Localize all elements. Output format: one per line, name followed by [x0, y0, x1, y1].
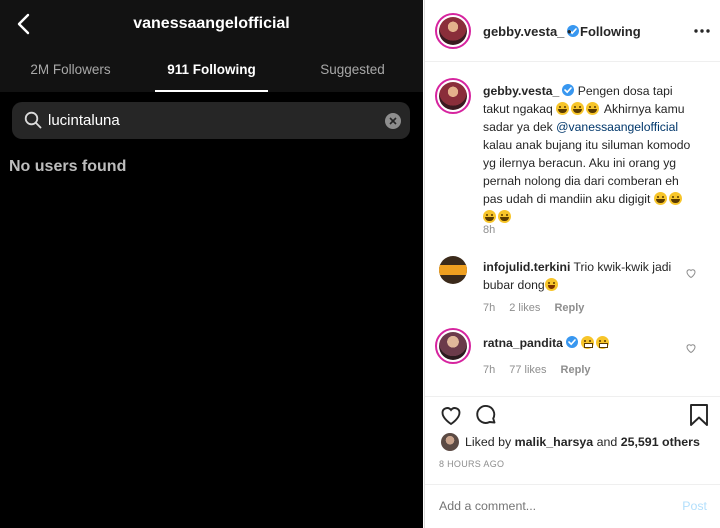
post-timestamp: 8 HOURS AGO: [439, 459, 505, 469]
post-panel: gebby.vesta_ • Following gebby.vesta_ Pe…: [424, 0, 720, 528]
comment-text: ratna_pandita: [483, 334, 683, 352]
comment-meta: 7h 77 likes Reply: [483, 364, 605, 376]
verified-badge-icon: [562, 84, 575, 96]
comment-likes[interactable]: 77 likes: [509, 364, 546, 376]
comment-username[interactable]: ratna_pandita: [483, 336, 563, 350]
comment-icon[interactable]: [474, 403, 498, 427]
crying-emoji-icon: [586, 102, 600, 115]
comment-time: 7h: [483, 364, 496, 376]
heart-icon[interactable]: [685, 267, 697, 279]
reply-button[interactable]: Reply: [554, 302, 584, 314]
liked-by-user[interactable]: malik_harsya: [515, 435, 594, 449]
caption-avatar[interactable]: [435, 78, 471, 114]
post-header: gebby.vesta_ • Following: [425, 0, 720, 62]
crying-emoji-icon: [498, 210, 511, 223]
commenter-avatar[interactable]: [435, 328, 471, 364]
comment-text: infojulid.terkini Trio kwik-kwik jadi bu…: [483, 260, 672, 292]
heart-icon[interactable]: [685, 342, 697, 354]
crying-emoji-icon: [483, 210, 496, 223]
verified-badge-icon: [565, 336, 578, 348]
profile-username-title: vanessaangelofficial: [133, 15, 290, 32]
laughing-emoji-icon: [544, 278, 558, 291]
crying-emoji-icon: [668, 192, 682, 205]
mention-link[interactable]: @vanessaangelofficial: [556, 120, 678, 134]
comment-username[interactable]: infojulid.terkini: [483, 260, 570, 274]
liked-by-text: Liked by malik_harsya and 25,591 others: [465, 435, 700, 449]
search-bar: [12, 102, 410, 139]
caption-meta: 8h: [483, 224, 509, 236]
following-button[interactable]: Following: [580, 24, 641, 39]
comment-input[interactable]: [439, 497, 659, 515]
search-input[interactable]: [48, 102, 378, 139]
empty-state-message: No users found: [9, 158, 127, 175]
commenter-avatar[interactable]: [439, 256, 467, 284]
crying-emoji-icon: [571, 102, 585, 115]
comments-section: gebby.vesta_ Pengen dosa tapi takut ngak…: [425, 62, 720, 396]
clear-icon[interactable]: [385, 113, 401, 129]
post-comment-button[interactable]: Post: [682, 499, 707, 513]
grimacing-emoji-icon: [596, 336, 610, 349]
crying-emoji-icon: [556, 102, 570, 115]
tab-following[interactable]: 911 Following: [141, 50, 282, 92]
post-author-name[interactable]: gebby.vesta_: [483, 24, 564, 39]
comment-likes[interactable]: 2 likes: [509, 302, 540, 314]
liker-avatar[interactable]: [441, 433, 459, 451]
following-list-panel: vanessaangelofficial 2M Followers 911 Fo…: [0, 0, 423, 528]
comment-time: 7h: [483, 302, 496, 314]
separator-dot: •: [567, 24, 572, 39]
tab-followers[interactable]: 2M Followers: [0, 50, 141, 92]
grimacing-emoji-icon: [581, 336, 595, 349]
heart-icon[interactable]: [439, 403, 463, 427]
follow-tabs: 2M Followers 911 Following Suggested: [0, 50, 423, 92]
search-icon: [24, 111, 42, 129]
reply-button[interactable]: Reply: [561, 364, 591, 376]
post-author-header[interactable]: gebby.vesta_: [483, 24, 580, 39]
comment-meta: 7h 2 likes Reply: [483, 302, 598, 314]
caption-time: 8h: [483, 224, 496, 236]
author-avatar[interactable]: [435, 13, 471, 49]
more-options-icon[interactable]: [693, 24, 711, 38]
crying-emoji-icon: [653, 192, 667, 205]
caption-text: gebby.vesta_ Pengen dosa tapi takut ngak…: [483, 82, 695, 226]
top-bar: vanessaangelofficial: [0, 0, 423, 50]
caption-username[interactable]: gebby.vesta_: [483, 84, 559, 98]
bookmark-icon[interactable]: [687, 403, 711, 427]
add-comment-bar: Post: [425, 484, 720, 528]
tab-suggested[interactable]: Suggested: [282, 50, 423, 92]
liked-by-others[interactable]: 25,591 others: [621, 435, 700, 449]
